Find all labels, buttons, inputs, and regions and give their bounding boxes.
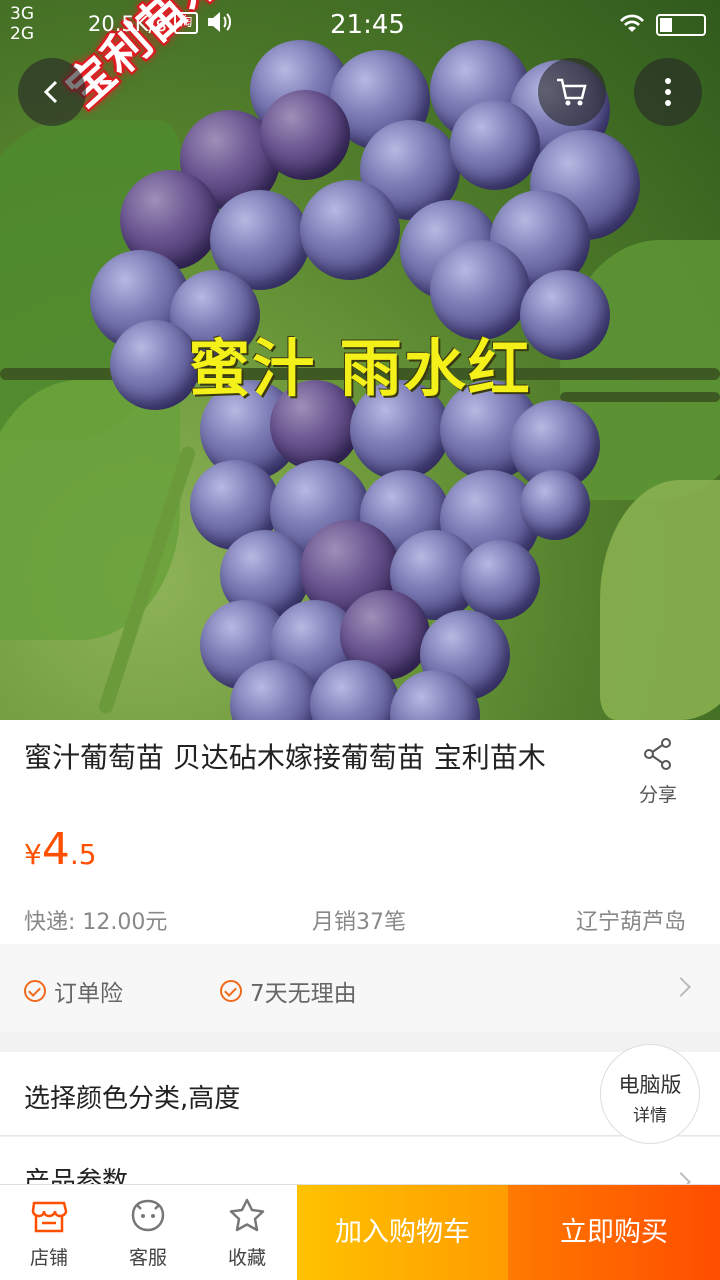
price-decimal: .5: [69, 838, 97, 871]
star-icon: [229, 1198, 265, 1232]
shop-icon: [31, 1201, 68, 1233]
battery-icon: [656, 14, 706, 36]
share-label: 分享: [638, 784, 677, 806]
clock: 21:45: [330, 10, 405, 40]
volume-icon: [206, 10, 234, 40]
more-button[interactable]: [634, 58, 702, 126]
image-caption: 蜜汁 雨水红: [188, 332, 532, 405]
shop-label: 店铺: [29, 1247, 68, 1269]
more-vertical-icon: [665, 78, 671, 106]
leaf-decoration: [600, 480, 720, 720]
bottom-action-bar: 店铺 客服 收藏 加入购物车 立即购买: [0, 1184, 720, 1280]
select-sku-label: 选择颜色分类,高度: [24, 1084, 241, 1114]
status-bar: 3G 2G 20.5K/s 淘 21:45: [0, 0, 720, 48]
cart-icon: [557, 78, 587, 106]
chevron-right-icon: [671, 977, 691, 997]
add-to-cart-button[interactable]: 加入购物车: [297, 1185, 508, 1280]
grape: [460, 540, 540, 620]
network-indicator: 3G 2G: [10, 4, 34, 44]
pc-detail-line2: 详情: [633, 1106, 667, 1126]
product-title: 蜜汁葡萄苗 贝达砧木嫁接葡萄苗 宝利苗木: [24, 741, 546, 774]
guarantee-label: 7天无理由: [250, 981, 357, 1007]
monthly-sales: 月销37笔: [312, 910, 406, 935]
product-info: 蜜汁葡萄苗 贝达砧木嫁接葡萄苗 宝利苗木 分享 ¥4.5 快递: 12.00元 …: [0, 720, 720, 944]
product-image[interactable]: 宝利苗木 蜜汁 雨水红: [0, 0, 720, 720]
customer-service-tab[interactable]: 客服: [99, 1185, 197, 1280]
guarantee-order-insurance: 订单险: [24, 974, 123, 1008]
network-type-bottom: 2G: [10, 24, 34, 44]
back-arrow-icon: [43, 80, 58, 104]
guarantee-row[interactable]: 订单险 7天无理由: [0, 944, 720, 1032]
grape: [520, 470, 590, 540]
pc-detail-button[interactable]: 电脑版 详情: [600, 1044, 700, 1144]
guarantee-7-day-return: 7天无理由: [220, 974, 357, 1008]
price-integer: 4: [41, 824, 70, 875]
network-speed: 20.5K/s: [88, 12, 167, 36]
taobao-notification-icon: 淘: [174, 12, 198, 34]
guarantee-label: 订单险: [54, 981, 123, 1007]
favorite-tab[interactable]: 收藏: [198, 1185, 296, 1280]
grape: [450, 100, 540, 190]
share-icon: [644, 738, 671, 770]
price-currency: ¥: [24, 838, 42, 871]
grape: [260, 90, 350, 180]
leaf-decoration: [0, 380, 180, 640]
check-circle-icon: [24, 980, 46, 1002]
product-price: ¥4.5: [24, 824, 97, 875]
product-page: 宝利苗木 蜜汁 雨水红 3G 2G 20.5K/s 淘 21:45 蜜汁葡萄苗 …: [0, 0, 720, 1280]
customer-service-label: 客服: [128, 1247, 167, 1269]
shop-tab[interactable]: 店铺: [0, 1185, 98, 1280]
wifi-icon: [618, 12, 646, 39]
ship-from-location: 辽宁葫芦岛: [576, 910, 687, 935]
cart-button[interactable]: [538, 58, 606, 126]
customer-service-icon: [131, 1199, 165, 1232]
grape: [300, 180, 400, 280]
back-button[interactable]: [18, 58, 86, 126]
share-button[interactable]: 分享: [628, 736, 688, 807]
check-circle-icon: [220, 980, 242, 1002]
buy-now-button[interactable]: 立即购买: [508, 1185, 720, 1280]
pc-detail-line1: 电脑版: [618, 1073, 682, 1097]
network-type-top: 3G: [10, 4, 34, 24]
shipping-fee: 快递: 12.00元: [24, 910, 168, 935]
favorite-label: 收藏: [227, 1247, 266, 1269]
